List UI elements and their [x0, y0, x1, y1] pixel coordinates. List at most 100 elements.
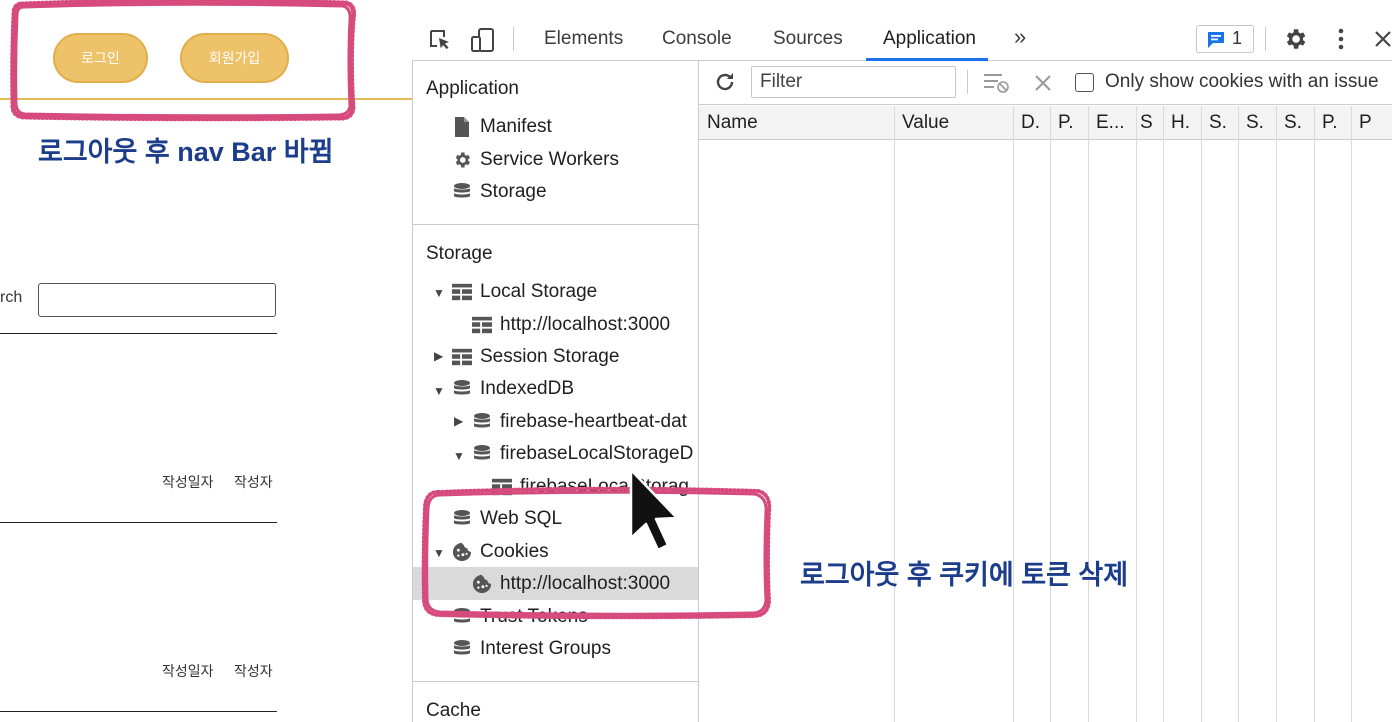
column-header-size[interactable]: S	[1136, 106, 1163, 140]
sidebar-divider	[413, 224, 698, 225]
cookie-icon	[472, 574, 492, 594]
column-divider	[1238, 106, 1239, 722]
database-icon	[474, 444, 490, 460]
post-date-label: 작성일자	[162, 663, 214, 679]
sidebar-item-firebase-heartbeat-db[interactable]: firebase-heartbeat-dat	[472, 407, 698, 437]
close-icon[interactable]	[1374, 29, 1392, 49]
delete-all-icon[interactable]	[1034, 74, 1052, 92]
sidebar-item-firebase-local-storage-store[interactable]: firebaseLocalStorag	[492, 472, 698, 502]
only-issues-label: Only show cookies with an issue	[1105, 71, 1379, 92]
gear-icon	[455, 152, 470, 168]
sidebar-item-label: IndexedDB	[480, 378, 575, 399]
sidebar-item-indexeddb[interactable]: IndexedDB	[452, 374, 574, 404]
search-label: rch	[0, 289, 23, 306]
database-icon	[454, 182, 470, 198]
expand-triangle-icon[interactable]: ▼	[433, 286, 445, 300]
column-divider	[1136, 106, 1137, 722]
column-divider	[1201, 106, 1202, 722]
column-header-httponly[interactable]: H.	[1163, 106, 1201, 140]
sidebar-item-label: Manifest	[480, 116, 552, 137]
sidebar-item-label: firebaseLocalStorag	[520, 476, 689, 497]
sidebar-item-manifest[interactable]: Manifest	[452, 112, 552, 142]
sidebar-item-label: Web SQL	[480, 508, 563, 529]
column-divider	[894, 106, 895, 722]
search-input[interactable]	[38, 283, 276, 317]
sidebar-divider	[413, 681, 698, 682]
sidebar-item-trust-tokens[interactable]: Trust Tokens	[452, 602, 588, 624]
sidebar-item-interest-groups[interactable]: Interest Groups	[452, 634, 611, 664]
column-divider	[1351, 106, 1352, 722]
cookie-annotation: 로그아웃 후 쿠키에 토큰 삭제	[800, 560, 1129, 590]
post-author-label: 작성자	[234, 663, 273, 679]
grid-icon	[472, 316, 492, 334]
grid-icon	[452, 348, 472, 366]
collapse-triangle-icon[interactable]: ▶	[434, 349, 443, 363]
database-icon	[454, 639, 470, 655]
sidebar-item-label: Interest Groups	[480, 638, 611, 659]
column-divider	[1276, 106, 1277, 722]
expand-triangle-icon[interactable]: ▼	[433, 546, 445, 560]
expand-triangle-icon[interactable]: ▼	[433, 384, 445, 398]
more-options-icon[interactable]	[1333, 27, 1349, 51]
sidebar-item-label: Service Workers	[480, 149, 620, 170]
database-icon	[454, 379, 470, 395]
sidebar-section-cache: Cache	[426, 700, 481, 721]
divider	[0, 333, 277, 334]
column-divider	[1088, 106, 1089, 722]
cookie-icon	[452, 542, 472, 562]
column-header-priority[interactable]: P	[1351, 106, 1392, 140]
signup-button[interactable]: 회원가입	[180, 33, 289, 83]
column-divider	[1314, 106, 1315, 722]
grid-icon	[492, 478, 512, 496]
device-toolbar-icon[interactable]	[470, 27, 496, 53]
login-button[interactable]: 로그인	[53, 33, 148, 83]
sidebar-item-local-storage-origin[interactable]: http://localhost:3000	[472, 310, 670, 340]
column-header-path[interactable]: P.	[1050, 106, 1088, 140]
divider	[0, 711, 277, 712]
refresh-icon[interactable]	[714, 71, 736, 93]
settings-gear-icon[interactable]	[1282, 26, 1308, 52]
tab-application[interactable]: Application	[883, 16, 976, 61]
column-header-partition-key[interactable]: P.	[1314, 106, 1351, 140]
sidebar-item-local-storage[interactable]: Local Storage	[452, 277, 597, 307]
inspect-element-icon[interactable]	[428, 28, 452, 52]
clear-filtered-icon[interactable]	[984, 72, 1010, 94]
collapse-triangle-icon[interactable]: ▶	[454, 414, 463, 428]
database-icon	[454, 509, 470, 525]
sidebar-item-label: Storage	[480, 181, 547, 202]
site-navbar: 로그인 회원가입	[0, 16, 412, 100]
sidebar-item-storage-overview[interactable]: Storage	[452, 177, 547, 207]
sidebar-item-label: firebase-heartbeat-dat	[500, 411, 687, 432]
sidebar-item-firebase-local-storage-db[interactable]: firebaseLocalStorageD	[472, 439, 698, 469]
tab-sources[interactable]: Sources	[773, 16, 843, 61]
sidebar-item-session-storage[interactable]: Session Storage	[452, 342, 619, 372]
database-icon	[474, 412, 490, 428]
sidebar-item-cookies[interactable]: Cookies	[452, 537, 549, 567]
sidebar-item-cookies-origin[interactable]: http://localhost:3000	[472, 569, 670, 599]
file-icon	[455, 116, 469, 137]
sidebar-item-label: Session Storage	[480, 346, 620, 367]
sidebar-item-label: http://localhost:3000	[500, 573, 671, 594]
sidebar-item-label: firebaseLocalStorageD	[500, 443, 694, 464]
sidebar-item-service-workers[interactable]: Service Workers	[452, 145, 619, 175]
sidebar-item-label: Local Storage	[480, 281, 598, 302]
expand-triangle-icon[interactable]: ▼	[453, 449, 465, 463]
issues-badge[interactable]: 1	[1196, 25, 1254, 53]
sidebar-item-web-sql[interactable]: Web SQL	[452, 504, 562, 534]
column-header-name[interactable]: Name	[699, 106, 894, 140]
column-header-sameparty[interactable]: S.	[1276, 106, 1314, 140]
sidebar-section-storage: Storage	[426, 243, 493, 264]
column-header-expires[interactable]: E...	[1088, 106, 1136, 140]
column-divider	[1013, 106, 1014, 722]
column-header-value[interactable]: Value	[894, 106, 1013, 140]
filter-input[interactable]: Filter	[751, 66, 956, 98]
more-tabs-icon[interactable]: »	[1014, 14, 1026, 59]
column-header-domain[interactable]: D.	[1013, 106, 1050, 140]
column-header-secure[interactable]: S.	[1201, 106, 1238, 140]
post-date-label: 작성일자	[162, 474, 214, 490]
nav-annotation: 로그아웃 후 nav Bar 바뀜	[38, 137, 334, 167]
column-header-samesite[interactable]: S.	[1238, 106, 1276, 140]
tab-elements[interactable]: Elements	[544, 16, 623, 61]
only-issues-checkbox[interactable]	[1075, 73, 1094, 92]
tab-console[interactable]: Console	[662, 16, 732, 61]
